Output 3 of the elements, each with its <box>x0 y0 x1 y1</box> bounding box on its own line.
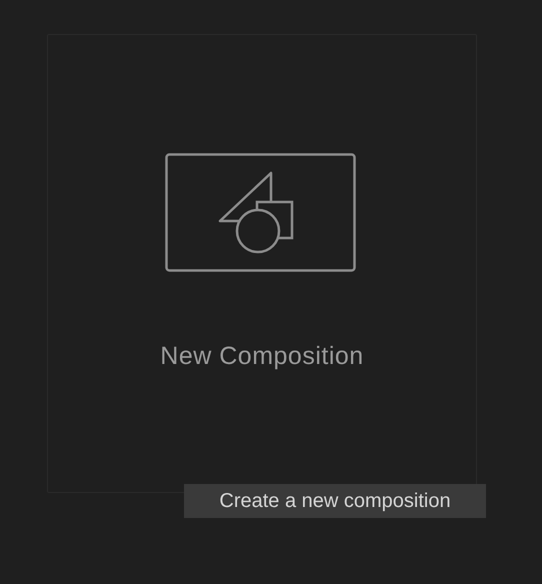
composition-icon <box>165 153 357 273</box>
tooltip: Create a new composition <box>184 484 486 518</box>
card-label: New Composition <box>160 341 364 371</box>
